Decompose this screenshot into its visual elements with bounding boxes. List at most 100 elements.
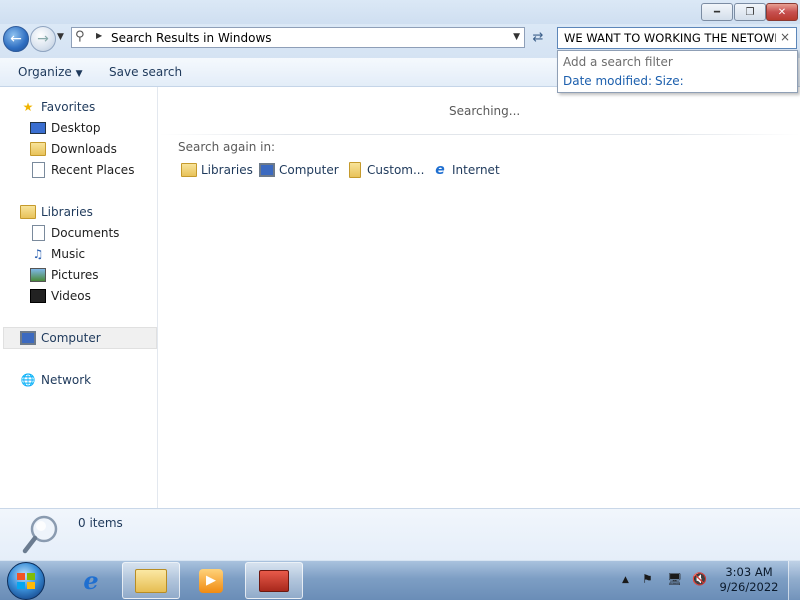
folder-icon	[135, 568, 167, 593]
nav-network-label: Network	[41, 373, 92, 387]
nav-favorites[interactable]: ★ Favorites	[20, 97, 96, 117]
internet-explorer-icon: e	[83, 566, 99, 595]
forward-button[interactable]: →	[30, 26, 56, 52]
details-pane: 0 items	[0, 508, 800, 560]
desktop-icon	[30, 120, 46, 136]
organize-button[interactable]: Organize ▼	[18, 65, 83, 79]
refresh-button[interactable]: ⇄	[527, 27, 549, 48]
back-arrow-icon: ←	[10, 31, 22, 47]
filter-date-modified[interactable]: Date modified:	[563, 74, 652, 88]
restore-icon: ❐	[745, 6, 755, 18]
libraries-icon	[181, 162, 197, 178]
network-icon: 🌐	[20, 373, 36, 387]
title-bar: ━ ❐ ✕	[0, 0, 800, 24]
recent-pages-dropdown[interactable]: ▼	[57, 32, 64, 42]
search-again-item-label: Libraries	[201, 163, 253, 177]
windows-logo-icon	[17, 573, 35, 589]
nav-item-pictures[interactable]: Pictures	[30, 265, 99, 285]
toolbox-icon	[259, 569, 289, 592]
libraries-icon	[20, 204, 36, 220]
results-pane: Searching... Search again in: Libraries …	[159, 87, 800, 508]
star-icon: ★	[22, 100, 34, 114]
add-search-filter-label: Add a search filter	[563, 55, 673, 69]
music-icon: ♫	[32, 247, 44, 261]
address-dropdown-icon[interactable]: ▼	[513, 32, 520, 42]
nav-item-label: Pictures	[51, 268, 99, 282]
show-hidden-icons-button[interactable]: ▲	[622, 575, 629, 585]
taskbar-toolbox[interactable]	[245, 562, 303, 599]
media-player-icon: ▶	[199, 568, 223, 593]
volume-muted-icon[interactable]: 🔇	[692, 572, 707, 586]
show-desktop-button[interactable]	[788, 561, 800, 600]
search-input[interactable]: WE WANT TO WORKING THE NETOWR ×	[557, 27, 797, 49]
nav-favorites-label: Favorites	[41, 100, 96, 114]
network-status-icon[interactable]: 🖥	[667, 572, 682, 586]
clear-search-icon[interactable]: ×	[780, 30, 790, 44]
minimize-button[interactable]: ━	[701, 3, 733, 21]
navigation-pane: ★ Favorites Desktop Downloads Recent Pla…	[0, 87, 158, 508]
nav-computer-label: Computer	[41, 331, 101, 345]
nav-item-label: Music	[51, 247, 86, 261]
nav-item-label: Recent Places	[51, 163, 135, 177]
refresh-icon: ⇄	[532, 30, 544, 45]
start-button[interactable]	[7, 562, 45, 600]
nav-item-label: Videos	[51, 289, 91, 303]
back-button[interactable]: ←	[3, 26, 29, 52]
search-again-item-label: Internet	[452, 163, 500, 177]
search-again-computer[interactable]: Computer	[259, 162, 339, 178]
taskbar: e ▶ ▲ ⚑ 🖥 🔇 3:03 AM 9/26/2022	[0, 560, 800, 600]
restore-button[interactable]: ❐	[734, 3, 766, 21]
search-again-libraries[interactable]: Libraries	[181, 162, 253, 178]
nav-item-label: Desktop	[51, 121, 101, 135]
pictures-icon	[30, 267, 46, 283]
forward-arrow-icon: →	[37, 31, 49, 47]
minimize-icon: ━	[713, 6, 721, 18]
search-again-item-label: Custom...	[367, 163, 425, 177]
search-again-custom[interactable]: Custom...	[347, 162, 424, 178]
organize-label: Organize	[18, 65, 72, 79]
taskbar-media-player[interactable]: ▶	[182, 562, 240, 599]
downloads-folder-icon	[30, 141, 46, 157]
nav-item-label: Downloads	[51, 142, 117, 156]
close-button[interactable]: ✕	[766, 3, 798, 21]
breadcrumb-chevron-icon[interactable]: ▶	[96, 31, 102, 40]
nav-network[interactable]: 🌐 Network	[20, 370, 92, 390]
address-path[interactable]: Search Results in Windows	[111, 31, 272, 45]
nav-libraries[interactable]: Libraries	[20, 202, 93, 222]
nav-computer[interactable]: Computer	[20, 328, 101, 348]
nav-item-recent-places[interactable]: Recent Places	[30, 160, 134, 180]
computer-icon	[20, 330, 36, 346]
taskbar-windows-explorer[interactable]	[122, 562, 180, 599]
nav-item-downloads[interactable]: Downloads	[30, 139, 117, 159]
close-icon: ✕	[777, 6, 787, 18]
nav-item-music[interactable]: ♫ Music	[30, 244, 86, 264]
filter-size[interactable]: Size:	[655, 74, 684, 88]
nav-item-desktop[interactable]: Desktop	[30, 118, 101, 138]
internet-explorer-icon: e	[435, 162, 445, 178]
action-center-flag-icon[interactable]: ⚑	[642, 572, 653, 586]
nav-item-videos[interactable]: Videos	[30, 286, 91, 306]
save-search-button[interactable]: Save search	[109, 65, 182, 79]
documents-icon	[30, 225, 46, 241]
nav-item-documents[interactable]: Documents	[30, 223, 119, 243]
address-bar[interactable]: ⚲ ▶ Search Results in Windows ▼	[71, 27, 525, 48]
search-again-label: Search again in:	[178, 140, 276, 154]
taskbar-internet-explorer[interactable]: e	[62, 562, 120, 599]
recent-places-icon	[30, 162, 46, 178]
clock-time: 3:03 AM	[725, 565, 773, 579]
computer-icon	[259, 162, 275, 178]
item-count: 0 items	[78, 516, 123, 530]
search-query[interactable]: WE WANT TO WORKING THE NETOWR	[564, 31, 776, 45]
search-again-item-label: Computer	[279, 163, 339, 177]
clock-date: 9/26/2022	[719, 580, 779, 594]
search-icon: ⚲	[75, 29, 85, 44]
nav-item-label: Documents	[51, 226, 120, 240]
chevron-down-icon: ▼	[75, 69, 83, 79]
custom-folder-icon	[347, 162, 363, 178]
search-status: Searching...	[449, 104, 521, 118]
search-filter-dropdown: Add a search filter Date modified: Size:	[557, 50, 798, 93]
nav-libraries-label: Libraries	[41, 205, 93, 219]
search-again-internet[interactable]: e Internet	[432, 162, 500, 178]
content-divider	[159, 134, 800, 135]
clock[interactable]: 3:03 AM 9/26/2022	[714, 565, 784, 595]
